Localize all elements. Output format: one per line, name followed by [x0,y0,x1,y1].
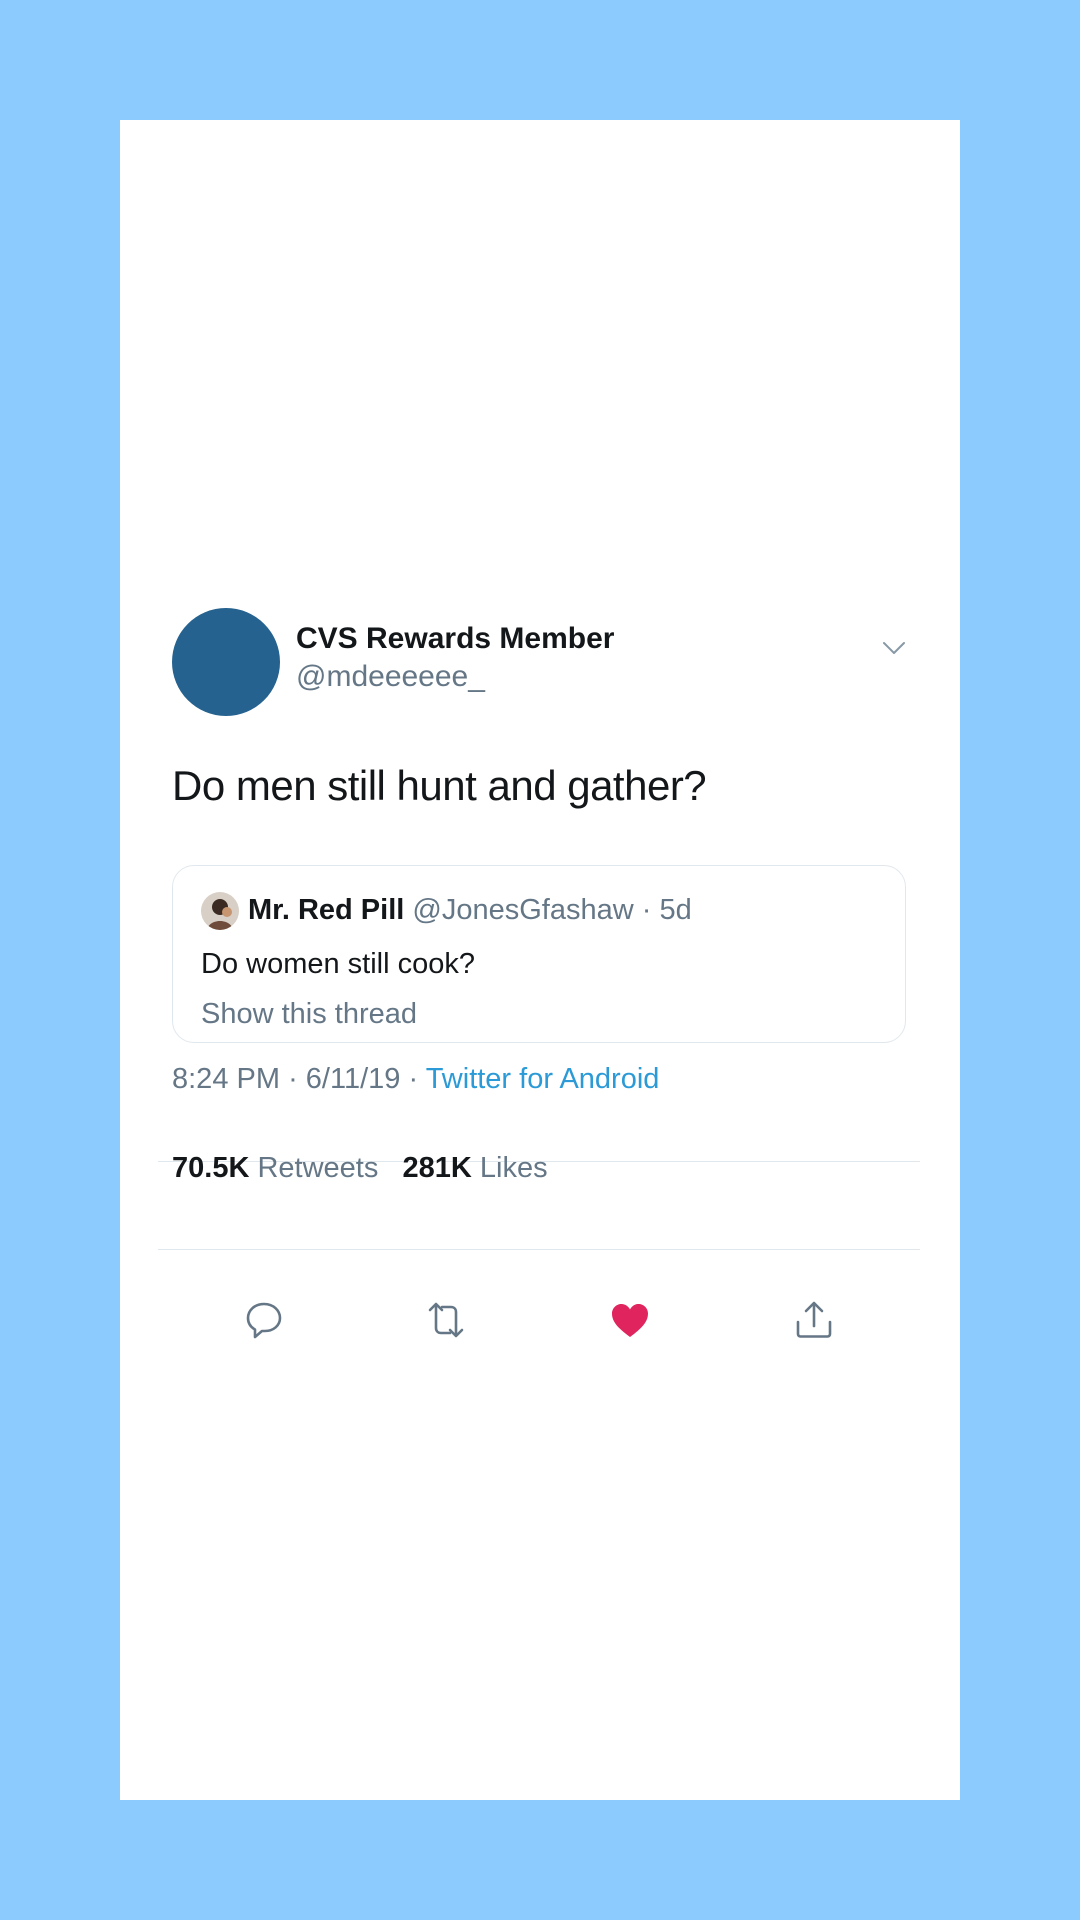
quoted-header: Mr. Red Pill @JonesGfashaw · 5d [248,894,692,927]
divider-bottom [158,1249,920,1250]
share-button[interactable] [784,1290,844,1350]
heart-icon [612,1304,648,1337]
share-icon [796,1301,832,1338]
quoted-text: Do women still cook? [201,948,475,980]
quoted-age: 5d [659,894,692,926]
retweets-count[interactable]: 70.5K [172,1152,249,1184]
chevron-down-icon[interactable] [874,628,914,668]
meta-separator-2: · [408,1063,419,1095]
tweet-meta: 8:24 PM · 6/11/19 · Twitter for Android [172,1063,659,1096]
likes-count[interactable]: 281K [403,1152,472,1184]
quoted-avatar[interactable] [201,892,239,930]
tweet-card: CVS Rewards Member @mdeeeeee_ Do men sti… [120,120,960,1800]
tweet-date: 6/11/19 [305,1063,401,1095]
tweet-text: Do men still hunt and gather? [172,762,707,810]
quoted-tweet[interactable]: Mr. Red Pill @JonesGfashaw · 5d Do women… [172,865,906,1043]
meta-separator: · [288,1063,298,1095]
tweet-text-content: Do men still hunt and gather? [172,762,707,809]
tweet-stats: 70.5K Retweets 281K Likes [172,1152,548,1185]
show-thread-link[interactable]: Show this thread [201,998,417,1031]
quoted-separator: · [634,894,660,926]
reply-icon [246,1302,282,1339]
display-name[interactable]: CVS Rewards Member [296,622,614,656]
tweet-time: 8:24 PM [172,1063,280,1095]
likes-label[interactable]: Likes [480,1152,548,1184]
user-handle[interactable]: @mdeeeeee_ [296,660,485,694]
retweet-icon [428,1302,464,1338]
quoted-display-name[interactable]: Mr. Red Pill [248,894,404,926]
action-bar [120,1290,960,1350]
quoted-separator-char: · [641,894,652,926]
tweet-source-link[interactable]: Twitter for Android [426,1063,660,1095]
tweet-header-area: CVS Rewards Member @mdeeeeee_ [170,608,914,716]
like-button[interactable] [600,1290,660,1350]
reply-button[interactable] [234,1290,294,1350]
retweet-button[interactable] [416,1290,476,1350]
retweets-label[interactable]: Retweets [257,1152,378,1184]
avatar[interactable] [172,608,280,716]
quoted-handle[interactable]: @JonesGfashaw [412,894,633,926]
tweet-header: CVS Rewards Member @mdeeeeee_ [170,608,914,716]
